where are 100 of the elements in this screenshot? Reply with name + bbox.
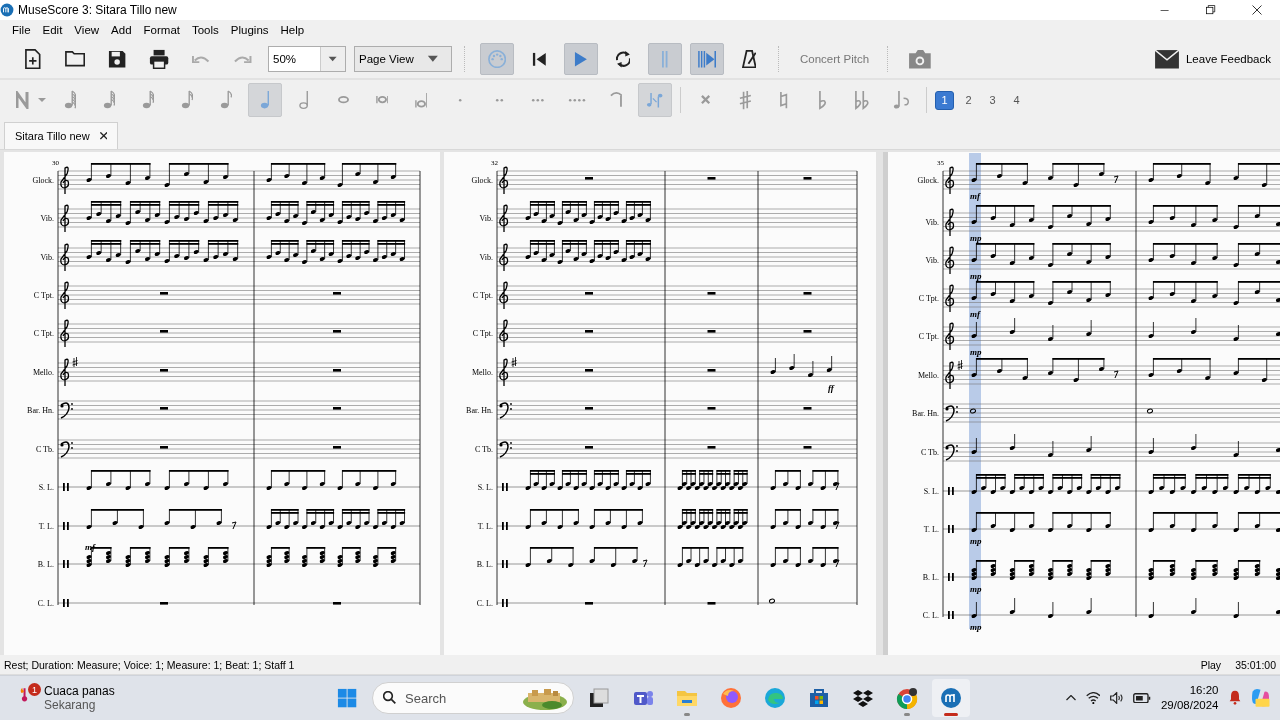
flat-icon xyxy=(819,90,827,110)
dropdown-arrow-icon xyxy=(328,56,338,62)
whole-note-icon xyxy=(337,96,349,104)
voice-button[interactable]: 1 xyxy=(935,90,954,110)
percussion-clef-icon xyxy=(948,611,954,619)
instrument-label: B. L. xyxy=(922,573,939,582)
menu-item[interactable]: File xyxy=(6,24,37,36)
measure-rest xyxy=(585,292,593,295)
quadruple-dot-icon xyxy=(567,97,587,103)
instrument-label: C. L. xyxy=(922,611,939,620)
menu-item[interactable]: Plugins xyxy=(224,24,275,36)
instrument-label: Vib. xyxy=(479,214,493,223)
instrument-label: Bar. Hn. xyxy=(466,406,493,415)
notes-drawing xyxy=(770,469,840,491)
percussion-clef-icon xyxy=(63,599,69,607)
measure-rest xyxy=(585,177,593,180)
measure-rest xyxy=(707,446,716,449)
score-tab[interactable]: Sitara Tillo new xyxy=(4,122,119,149)
percussion-clef-icon xyxy=(948,525,954,533)
instrument-label: Glock. xyxy=(32,176,54,185)
measure-rest xyxy=(585,407,593,410)
note-input-icon xyxy=(15,91,47,109)
dynamic-marking: mp xyxy=(970,584,982,594)
midi-button[interactable] xyxy=(480,43,514,75)
note-icon xyxy=(260,90,270,110)
menu-item[interactable]: Tools xyxy=(185,24,225,36)
menu-item[interactable]: Help xyxy=(274,24,311,36)
instrument-label: Vib. xyxy=(40,214,54,223)
note-icon xyxy=(102,90,116,110)
notes-drawing xyxy=(770,353,833,377)
note-tool-button[interactable] xyxy=(638,83,672,117)
instrument-label: C Tb. xyxy=(920,448,939,457)
menu-item[interactable]: View xyxy=(68,24,106,36)
musescore-icon xyxy=(940,687,962,709)
instrument-label: C. L. xyxy=(37,599,54,608)
instrument-label: Bar. Hn. xyxy=(912,409,939,418)
dynamic-marking: mp xyxy=(970,347,982,357)
view-mode-dropdown[interactable]: Page View xyxy=(354,46,452,72)
dropdown-arrow-icon xyxy=(427,55,439,63)
instrument-label: T. L. xyxy=(477,522,493,531)
measure-rest xyxy=(160,292,168,295)
menu-item[interactable]: Edit xyxy=(36,24,69,36)
measure-rest xyxy=(803,407,812,410)
measure-rest xyxy=(333,446,341,449)
play-icon xyxy=(574,50,588,68)
note-icon xyxy=(141,90,155,110)
notes-drawing xyxy=(770,546,840,568)
concert-pitch-toggle[interactable]: Concert Pitch xyxy=(794,53,876,65)
voice-button[interactable]: 4 xyxy=(1007,90,1026,110)
measure-rest xyxy=(707,369,716,372)
close-icon xyxy=(1252,5,1262,15)
loopin-button[interactable] xyxy=(648,43,682,75)
skip-back-icon xyxy=(531,51,547,67)
leave-feedback-link[interactable]: Leave Feedback xyxy=(1185,53,1271,65)
measure-rest xyxy=(803,292,812,295)
percussion-clef-icon xyxy=(948,573,954,581)
percussion-clef-icon xyxy=(502,483,508,491)
percussion-clef-icon xyxy=(63,483,69,491)
instrument-label: Bar. Hn. xyxy=(27,406,54,415)
duration-button[interactable] xyxy=(248,83,282,117)
double-flat-icon xyxy=(855,90,869,110)
measure-rest xyxy=(585,369,593,372)
notes-drawing xyxy=(677,508,748,529)
key-signature-icon xyxy=(511,356,517,368)
loopout-button[interactable] xyxy=(690,43,724,75)
menu-item[interactable]: Add xyxy=(105,24,138,36)
natural-icon xyxy=(780,90,788,110)
instrument-label: C Tpt. xyxy=(33,291,54,300)
voice-button[interactable]: 2 xyxy=(959,90,978,110)
measure-rest xyxy=(707,330,716,333)
instrument-label: S. L. xyxy=(923,487,939,496)
bass-clef-icon xyxy=(499,402,512,419)
instrument-label: C Tb. xyxy=(35,445,54,454)
dropbox-icon xyxy=(852,688,874,708)
clock-time: 16:20 xyxy=(1189,683,1219,698)
notes-drawing xyxy=(677,546,744,567)
play-button[interactable] xyxy=(564,43,598,75)
flip-direction-icon xyxy=(646,91,664,109)
dynamic-marking: mp xyxy=(970,622,982,632)
instrument-label: B. L. xyxy=(476,560,493,569)
percussion-clef-icon xyxy=(948,487,954,495)
voice-button[interactable]: 3 xyxy=(983,90,1002,110)
percussion-clef-icon xyxy=(63,560,69,568)
instrument-label: C Tpt. xyxy=(472,329,493,338)
measure-rest xyxy=(585,602,593,605)
instrument-label: C. L. xyxy=(476,599,493,608)
status-text: Rest; Duration: Measure; Voice: 1; Measure: 1; Beat: 1; Staff 1 xyxy=(4,658,295,671)
instrument-label: T. L. xyxy=(38,522,54,531)
minimize-icon xyxy=(1160,9,1170,11)
measure-rest xyxy=(333,330,341,333)
zoom-field[interactable]: 50% xyxy=(268,46,346,72)
instrument-label: Mello. xyxy=(917,371,939,380)
instrument-label: Vib. xyxy=(925,256,939,265)
chevron-up-icon xyxy=(1065,695,1076,701)
note-icon xyxy=(180,90,194,110)
percussion-clef-icon xyxy=(502,560,508,568)
menu-item[interactable]: Format xyxy=(137,24,186,36)
weather-subtitle: Sekarang xyxy=(44,698,97,712)
dynamic-marking: ff xyxy=(828,383,834,393)
firefox-icon xyxy=(720,687,742,709)
